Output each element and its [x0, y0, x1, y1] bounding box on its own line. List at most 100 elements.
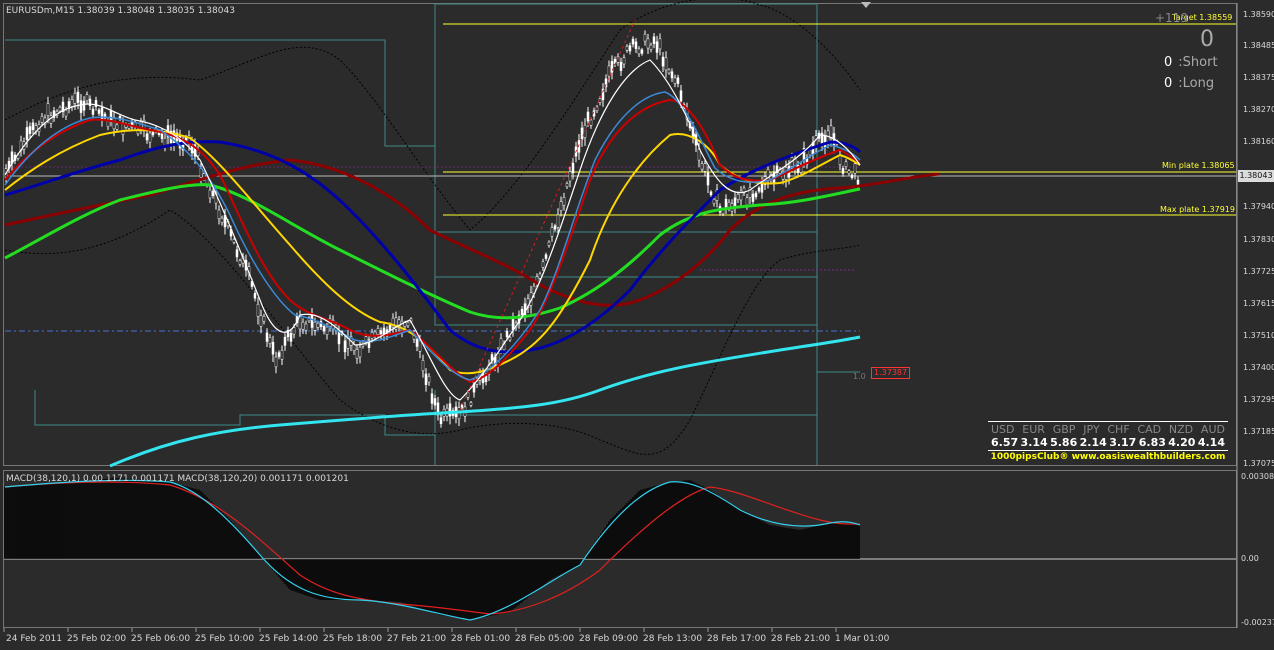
candle-body-210 [631, 38, 635, 45]
macd-axis-zero: 0.00 [1241, 554, 1259, 563]
candle-body-185 [556, 214, 560, 228]
candle-body-101 [304, 323, 308, 331]
candle-body-28 [85, 94, 89, 101]
price-label-7: 1.37830 [1243, 235, 1274, 244]
candle-body-93 [280, 350, 284, 360]
candle-body-248 [745, 197, 749, 206]
currency-usd: USD [991, 423, 1015, 436]
candle-body-211 [634, 41, 638, 49]
candle-body-146 [439, 417, 443, 425]
candle-body-219 [658, 38, 662, 50]
candle-body-170 [511, 318, 515, 330]
price-chart-canvas[interactable] [0, 0, 1274, 650]
ma-dark-red [4, 158, 941, 307]
table-bottom-rule [988, 450, 1228, 451]
value-jpy: 2.14 [1079, 436, 1107, 449]
value-chf: 3.17 [1109, 436, 1137, 449]
candle-body-103 [310, 314, 314, 328]
price-label-13: 1.37185 [1243, 427, 1274, 436]
candle-body-181 [544, 254, 548, 259]
candle-body-232 [697, 148, 701, 161]
price-label-6: 1.37940 [1243, 202, 1274, 211]
price-label-9: 1.37615 [1243, 299, 1274, 308]
currency-strength-table: USD EUR GBP JPY CHF CAD NZD AUD 6.57 3.1… [988, 420, 1228, 462]
candle-body-198 [595, 106, 599, 111]
total-positions: 0 [1200, 27, 1214, 52]
long-row: 0:Long [1164, 76, 1214, 91]
value-cad: 6.83 [1138, 436, 1166, 449]
current-price-tag: 1.38043 [1238, 170, 1274, 182]
time-label-9: 28 Feb 05:00 [515, 634, 575, 644]
price-label-1: 1.38590 [1243, 10, 1274, 19]
candle-body-73 [220, 217, 224, 223]
candle-body-173 [520, 308, 524, 316]
candle-body-195 [586, 111, 590, 122]
candle-body-264 [793, 158, 797, 169]
candle-body-138 [415, 339, 419, 347]
currency-nzd: NZD [1168, 423, 1194, 436]
candle-body-86 [259, 315, 263, 327]
long-count: 0 [1164, 76, 1173, 91]
candle-body-208 [625, 46, 629, 51]
candle-body-90 [271, 342, 275, 355]
time-label-14: 1 Mar 01:00 [835, 634, 890, 644]
candle-body-144 [433, 398, 437, 406]
candle-body-72 [217, 209, 221, 220]
candle-body-209 [628, 45, 632, 52]
candle-body-216 [649, 44, 653, 50]
candle-body-222 [667, 69, 671, 74]
currency-header-row: USD EUR GBP JPY CHF CAD NZD AUD [988, 423, 1228, 436]
candle-body-19 [58, 107, 62, 112]
candle-body-10 [31, 122, 35, 131]
price-label-2: 1.38485 [1243, 41, 1274, 50]
price-label-8: 1.37725 [1243, 267, 1274, 276]
candle-body-141 [424, 373, 428, 385]
candle-body-31 [94, 100, 98, 107]
candle-body-94 [283, 336, 287, 346]
candle-body-104 [313, 321, 317, 331]
min-plate-label: Min plate 1.38065 [1162, 161, 1235, 170]
candle-body-125 [376, 328, 380, 335]
candle-body-35 [106, 121, 110, 127]
candle-body-189 [568, 171, 572, 182]
currency-aud: AUD [1200, 423, 1225, 436]
currency-gbp: GBP [1052, 423, 1076, 436]
value-usd: 6.57 [991, 436, 1019, 449]
candle-body-217 [652, 36, 656, 44]
candle-body-112 [337, 331, 341, 345]
candle-body-48 [145, 133, 149, 141]
candle-body-182 [547, 241, 551, 246]
low-price-badge: 1.37387 [871, 367, 911, 379]
candle-body-224 [673, 77, 677, 84]
candle-body-194 [583, 124, 587, 138]
candle-body-9 [28, 126, 32, 134]
candle-body-84 [253, 292, 257, 299]
candle-body-223 [670, 71, 674, 79]
candle-body-30 [91, 108, 95, 115]
table-footer: 1000pipsClub® www.oasiswealthbuilders.co… [990, 452, 1226, 462]
chart-shift-marker[interactable] [861, 2, 871, 8]
value-aud: 4.14 [1197, 436, 1225, 449]
candle-body-40 [121, 123, 125, 135]
candle-body-250 [751, 193, 755, 202]
candle-body-143 [430, 393, 434, 404]
short-row: 0 :Short [1164, 55, 1218, 70]
candle-body-168 [505, 330, 509, 338]
candle-body-179 [538, 273, 542, 279]
price-label-3: 1.38375 [1243, 73, 1274, 82]
value-eur: 3.14 [1020, 436, 1048, 449]
short-count: 0 [1164, 55, 1173, 70]
candle-body-269 [808, 149, 812, 156]
candle-body-24 [73, 92, 77, 104]
candle-body-241 [724, 198, 728, 209]
short-label: :Short [1178, 55, 1218, 70]
candle-body-105 [316, 322, 320, 328]
candle-body-99 [298, 316, 302, 330]
fib-level-tag: 1.0 [853, 372, 866, 381]
candle-body-38 [115, 124, 119, 130]
candle-body-8 [25, 127, 29, 140]
time-label-8: 28 Feb 01:00 [451, 634, 511, 644]
candle-body-13 [40, 116, 44, 123]
candle-body-37 [112, 117, 116, 130]
candle-body-85 [256, 304, 260, 317]
